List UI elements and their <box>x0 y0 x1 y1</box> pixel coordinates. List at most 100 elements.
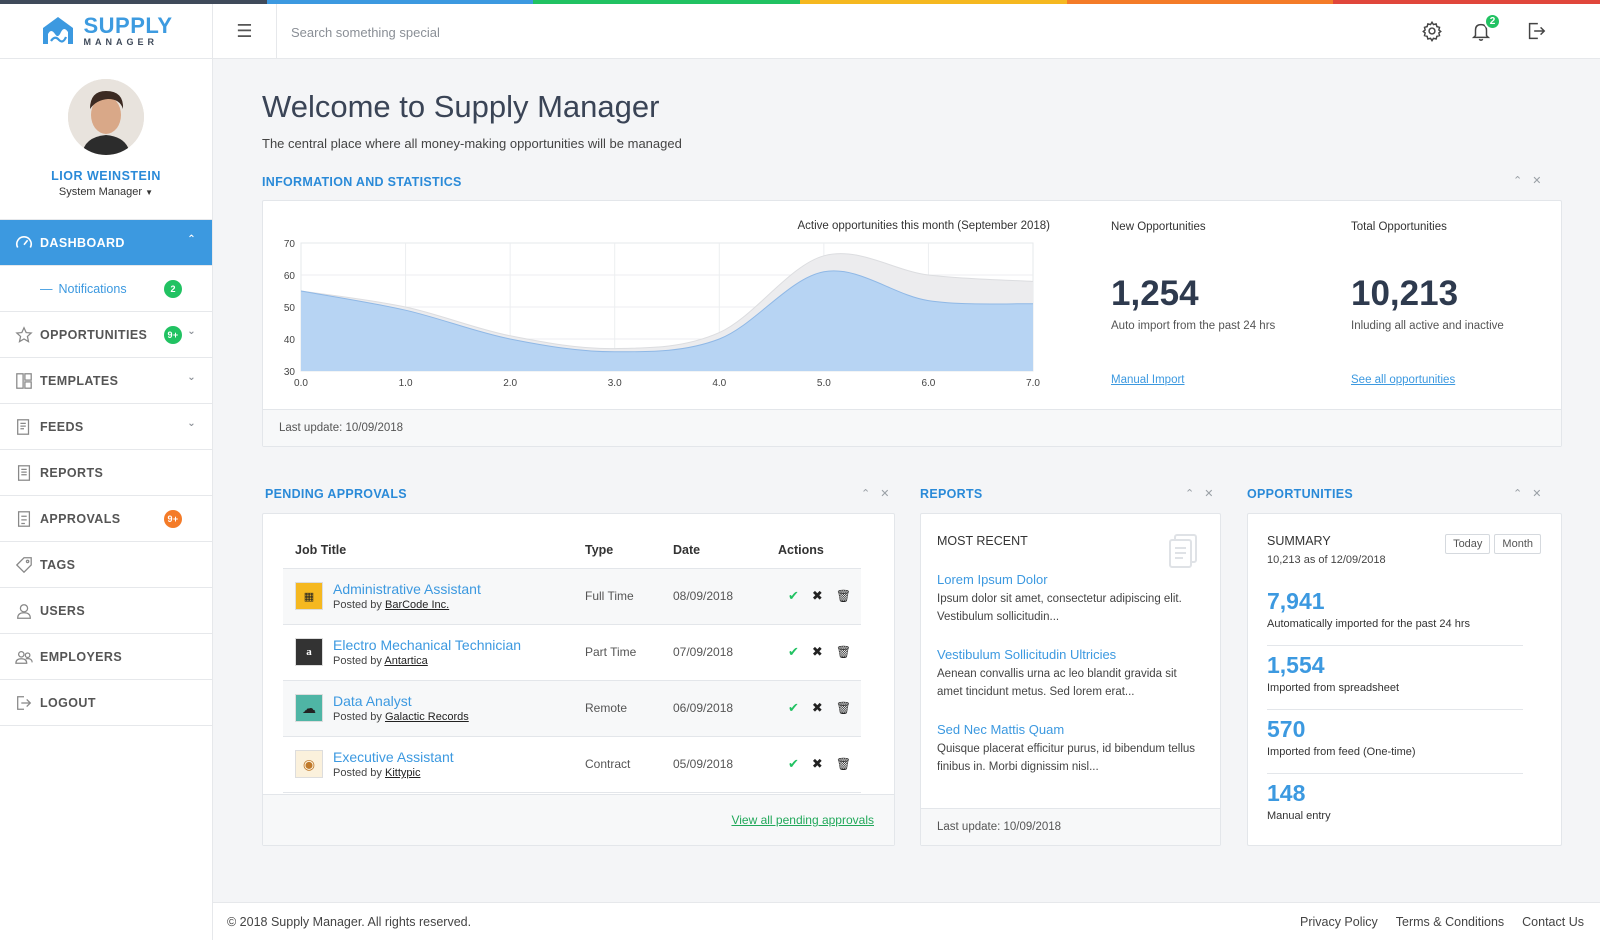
sidebar-item-tags[interactable]: TAGS <box>0 542 212 588</box>
close-icon[interactable]: ✕ <box>1204 487 1213 500</box>
user-role-dropdown[interactable]: System Manager ▼ <box>59 186 153 198</box>
approvals-table: Job Title Type Date Actions ▦ Administra… <box>283 532 861 793</box>
reject-x-icon[interactable]: ✖ <box>812 644 823 660</box>
sidebar-item-opportunities[interactable]: OPPORTUNITIES 9+ ⌄ <box>0 312 212 358</box>
approvals-card-footer: View all pending approvals <box>263 794 894 845</box>
speedometer-icon <box>14 233 34 253</box>
trash-icon[interactable]: 🗑 <box>836 589 851 603</box>
table-header-row: Job Title Type Date Actions <box>283 532 861 569</box>
collapse-icon[interactable]: ⌃ <box>1185 487 1194 500</box>
table-row: ◉ Executive Assistant Posted by Kittypic… <box>283 736 861 793</box>
trash-icon[interactable]: 🗑 <box>836 757 851 771</box>
report-title-link[interactable]: Lorem Ipsum Dolor <box>937 572 1197 587</box>
sidebar-item-label: REPORTS <box>40 465 104 480</box>
sidebar-item-employers[interactable]: EMPLOYERS <box>0 634 212 680</box>
company-link[interactable]: BarCode Inc. <box>385 599 449 611</box>
x-tick-label: 1.0 <box>399 378 413 389</box>
company-logo-antartica: a <box>295 638 323 666</box>
table-row: ☁ Data Analyst Posted by Galactic Record… <box>283 680 861 737</box>
x-tick-label: 4.0 <box>712 378 726 389</box>
user-role: System Manager <box>58 186 143 198</box>
sidebar-item-logout[interactable]: LOGOUT <box>0 680 212 726</box>
job-title-link[interactable]: Administrative Assistant <box>333 581 481 597</box>
contact-us-link[interactable]: Contact Us <box>1522 915 1584 929</box>
summary-desc: Automatically imported for the past 24 h… <box>1267 618 1470 630</box>
column-header: Actions <box>766 532 861 569</box>
menu-toggle-button[interactable]: ☰ <box>213 4 277 58</box>
chevron-down-icon: ⌄ <box>187 418 196 429</box>
summary-desc: Manual entry <box>1267 810 1331 822</box>
sidebar-item-reports[interactable]: REPORTS <box>0 450 212 496</box>
notifications-button[interactable]: 2 <box>1469 13 1501 43</box>
logout-button[interactable] <box>1524 19 1548 43</box>
view-all-approvals-link[interactable]: View all pending approvals <box>731 813 874 827</box>
search-input[interactable] <box>291 19 791 45</box>
x-tick-label: 3.0 <box>608 378 622 389</box>
chevron-down-icon: ⌄ <box>187 326 196 337</box>
job-title-link[interactable]: Data Analyst <box>333 693 469 709</box>
collapse-icon[interactable]: ⌃ <box>861 487 870 500</box>
approve-check-icon[interactable]: ✔ <box>788 700 799 716</box>
x-tick-label: 5.0 <box>817 378 831 389</box>
reports-subheading: MOST RECENT <box>937 534 1028 548</box>
approve-check-icon[interactable]: ✔ <box>788 644 799 660</box>
reject-x-icon[interactable]: ✖ <box>812 588 823 604</box>
sidebar-item-feeds[interactable]: FEEDS ⌄ <box>0 404 212 450</box>
info-card-footer: Last update: 10/09/2018 <box>263 409 1561 446</box>
sidebar: LIOR WEINSTEIN System Manager ▼ DASHBOAR… <box>0 59 213 940</box>
trash-icon[interactable]: 🗑 <box>836 645 851 659</box>
settings-button[interactable] <box>1420 19 1444 43</box>
job-title-link[interactable]: Executive Assistant <box>333 749 454 765</box>
company-link[interactable]: Galactic Records <box>385 711 469 723</box>
approvals-section-heading: PENDING APPROVALS <box>265 487 407 501</box>
trash-icon[interactable]: 🗑 <box>836 701 851 715</box>
today-button[interactable]: Today <box>1445 534 1491 554</box>
info-section-heading: INFORMATION AND STATISTICS <box>262 175 462 189</box>
terms-conditions-link[interactable]: Terms & Conditions <box>1396 915 1504 929</box>
collapse-icon[interactable]: ⌃ <box>1513 174 1522 187</box>
sidebar-item-approvals[interactable]: APPROVALS 9+ <box>0 496 212 542</box>
job-type: Remote <box>573 680 661 737</box>
report-title-link[interactable]: Sed Nec Mattis Quam <box>937 722 1197 737</box>
summary-row: 148 Manual entry <box>1267 774 1523 838</box>
close-icon[interactable]: ✕ <box>1532 487 1541 500</box>
logo-title: SUPPLY <box>83 13 173 38</box>
copyright-text: © 2018 Supply Manager. All rights reserv… <box>227 915 472 929</box>
company-link[interactable]: Kittypic <box>385 767 420 779</box>
job-type: Part Time <box>573 624 661 681</box>
manual-import-link[interactable]: Manual Import <box>1111 374 1185 386</box>
privacy-policy-link[interactable]: Privacy Policy <box>1300 915 1378 929</box>
close-icon[interactable]: ✕ <box>1532 174 1541 187</box>
column-header: Type <box>573 532 661 569</box>
job-title-link[interactable]: Electro Mechanical Technician <box>333 637 521 653</box>
sidebar-item-dashboard[interactable]: DASHBOARD ⌃ <box>0 220 212 266</box>
sidebar-item-templates[interactable]: TEMPLATES ⌄ <box>0 358 212 404</box>
approvals-panel-tools: ⌃ ✕ <box>861 487 889 500</box>
user-icon <box>14 601 34 621</box>
sidebar-item-label: FEEDS <box>40 419 84 434</box>
avatar[interactable] <box>68 79 144 155</box>
employers-icon <box>14 647 34 667</box>
reports-icon <box>14 463 34 483</box>
sidebar-item-label: OPPORTUNITIES <box>40 327 148 342</box>
company-link[interactable]: Antartica <box>384 655 427 667</box>
sidebar-item-users[interactable]: USERS <box>0 588 212 634</box>
close-icon[interactable]: ✕ <box>880 487 889 500</box>
report-title-link[interactable]: Vestibulum Sollicitudin Ultricies <box>937 647 1197 662</box>
sidebar-item-notifications[interactable]: — Notifications 2 <box>0 266 212 312</box>
templates-icon <box>14 371 34 391</box>
approve-check-icon[interactable]: ✔ <box>788 756 799 772</box>
approve-check-icon[interactable]: ✔ <box>788 588 799 604</box>
reject-x-icon[interactable]: ✖ <box>812 700 823 716</box>
new-opportunities-value: 1,254 <box>1111 274 1199 313</box>
x-tick-label: 7.0 <box>1026 378 1040 389</box>
info-stats-card: Active opportunities this month (Septemb… <box>262 200 1562 447</box>
collapse-icon[interactable]: ⌃ <box>1513 487 1522 500</box>
month-button[interactable]: Month <box>1494 534 1541 554</box>
see-all-opportunities-link[interactable]: See all opportunities <box>1351 374 1455 386</box>
reject-x-icon[interactable]: ✖ <box>812 756 823 772</box>
pending-approvals-card: Job Title Type Date Actions ▦ Administra… <box>262 513 895 846</box>
report-item: Lorem Ipsum Dolor Ipsum dolor sit amet, … <box>937 572 1197 626</box>
reports-last-update: Last update: 10/09/2018 <box>937 821 1062 833</box>
app-logo[interactable]: SUPPLY MANAGER <box>0 4 213 59</box>
